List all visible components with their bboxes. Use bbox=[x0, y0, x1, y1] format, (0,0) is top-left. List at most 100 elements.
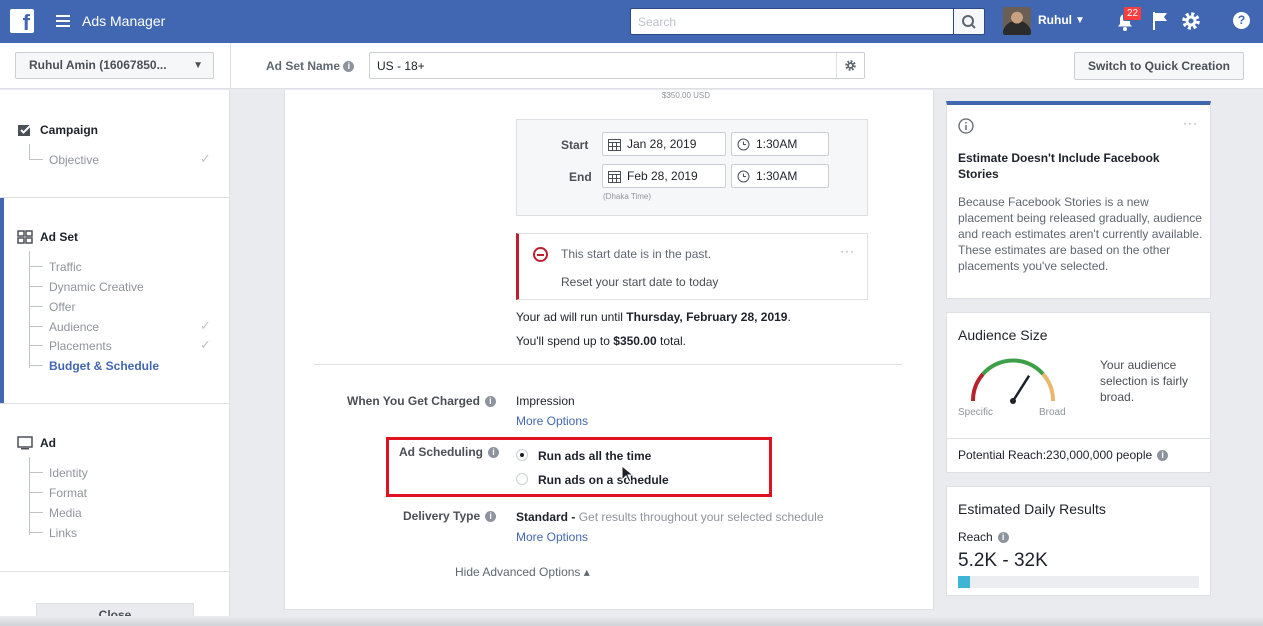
reset-start-date-link[interactable]: Reset your start date to today bbox=[561, 275, 718, 289]
sidebar-head-label: Ad bbox=[40, 436, 56, 450]
estimate-title: Estimate Doesn't Include Facebook Storie… bbox=[958, 151, 1160, 181]
sidebar-item-audience[interactable]: Audience bbox=[29, 320, 99, 334]
calendar-icon bbox=[608, 171, 621, 183]
sidebar-item-identity[interactable]: Identity bbox=[29, 466, 88, 480]
info-outline-icon bbox=[958, 118, 974, 134]
timezone-label: (Dhaka Time) bbox=[603, 192, 652, 201]
info-icon[interactable]: i bbox=[343, 61, 355, 73]
divider bbox=[947, 438, 1210, 439]
gauge-needle bbox=[1011, 375, 1031, 402]
hamburger-icon[interactable] bbox=[56, 15, 70, 27]
estimate-body: Because Facebook Stories is a new placem… bbox=[958, 195, 1203, 273]
sidebar-campaign-section: Campaign Objective ✓ bbox=[0, 90, 230, 198]
sidebar-item-ad-set[interactable]: Ad Set bbox=[17, 230, 78, 244]
gauge-ideal-arc bbox=[981, 358, 1045, 376]
gauge-broad-label: Broad bbox=[1039, 407, 1066, 418]
highlight-box bbox=[386, 437, 772, 497]
chevron-down-icon[interactable]: ▼ bbox=[1075, 15, 1085, 26]
when-you-get-charged-label: When You Get Charged i bbox=[347, 394, 496, 408]
sidebar-item-traffic[interactable]: Traffic bbox=[29, 260, 82, 274]
divider bbox=[230, 43, 231, 89]
info-icon[interactable]: i bbox=[1157, 449, 1169, 461]
budget-total: $350.00 USD bbox=[662, 91, 711, 100]
audience-size-card: Audience Size Specific Broad Your audien… bbox=[946, 312, 1211, 473]
app-name[interactable]: Ads Manager bbox=[82, 13, 165, 29]
facebook-logo-icon[interactable]: f bbox=[10, 9, 34, 33]
start-date-field[interactable]: Jan 28, 2019 bbox=[602, 132, 726, 156]
spend-text: You'll spend up to $350.00 total. bbox=[516, 334, 687, 348]
sidebar-item-media[interactable]: Media bbox=[29, 506, 82, 520]
start-time-field[interactable]: 1:30AM bbox=[731, 132, 829, 156]
clock-icon bbox=[737, 170, 750, 183]
estimated-daily-results-card: Estimated Daily Results Reach i 5.2K - 32… bbox=[946, 486, 1211, 596]
sidebar-item-objective[interactable]: Objective bbox=[29, 153, 99, 167]
start-time-value: 1:30AM bbox=[756, 137, 798, 151]
start-date-value: Jan 28, 2019 bbox=[627, 137, 697, 151]
sidebar-head-label: Campaign bbox=[40, 123, 99, 137]
search-button[interactable] bbox=[954, 8, 985, 35]
sidebar-ad-set-section: Ad Set Traffic Dynamic Creative Offer Au… bbox=[0, 198, 230, 404]
gear-icon bbox=[845, 60, 856, 71]
grid-icon bbox=[17, 230, 33, 244]
clock-icon bbox=[737, 138, 750, 151]
sidebar-item-offer[interactable]: Offer bbox=[29, 300, 75, 314]
end-date-field[interactable]: Feb 28, 2019 bbox=[602, 164, 726, 188]
check-icon: ✓ bbox=[200, 318, 211, 333]
user-name[interactable]: Ruhul bbox=[1038, 13, 1072, 27]
reach-label: Reach i bbox=[958, 530, 1009, 544]
info-icon[interactable]: i bbox=[997, 531, 1009, 543]
audience-description: Your audience selection is fairly broad. bbox=[1100, 358, 1189, 404]
account-selector[interactable]: Ruhul Amin (16067850... ▼ bbox=[15, 52, 214, 79]
flag-icon[interactable] bbox=[1151, 11, 1169, 31]
sidebar-item-campaign[interactable]: Campaign bbox=[17, 123, 98, 137]
switch-to-quick-creation-button[interactable]: Switch to Quick Creation bbox=[1074, 52, 1244, 80]
gauge-broad-arc bbox=[1041, 372, 1056, 402]
checkbox-icon bbox=[18, 123, 33, 136]
divider bbox=[314, 364, 902, 365]
check-icon: ✓ bbox=[200, 151, 211, 166]
sidebar-item-format[interactable]: Format bbox=[29, 486, 87, 500]
search-input[interactable] bbox=[630, 8, 954, 35]
end-date-value: Feb 28, 2019 bbox=[627, 169, 698, 183]
start-date-alert: This start date is in the past. Reset yo… bbox=[516, 233, 868, 300]
sidebar-item-ad[interactable]: Ad bbox=[17, 436, 56, 450]
calendar-icon bbox=[608, 139, 621, 151]
gauge-specific-label: Specific bbox=[958, 407, 994, 418]
reach-bar-fill bbox=[958, 576, 971, 588]
more-options-link[interactable]: More Options bbox=[516, 414, 588, 428]
sidebar-item-links[interactable]: Links bbox=[29, 526, 77, 540]
start-label: Start bbox=[561, 138, 589, 152]
error-icon bbox=[533, 247, 548, 262]
gauge-specific-arc bbox=[970, 372, 985, 402]
end-time-field[interactable]: 1:30AM bbox=[731, 164, 829, 188]
help-icon[interactable]: ? bbox=[1233, 12, 1250, 29]
notification-badge: 22 bbox=[1123, 6, 1143, 21]
more-options-link[interactable]: More Options bbox=[516, 530, 588, 544]
sidebar: Campaign Objective ✓ Ad Set Traffic Dyna… bbox=[0, 90, 230, 626]
sidebar-head-label: Ad Set bbox=[40, 230, 79, 244]
more-options-icon[interactable]: ··· bbox=[1183, 116, 1198, 130]
run-until-text: Your ad will run until Thursday, Februar… bbox=[516, 310, 791, 324]
potential-reach: Potential Reach:230,000,000 people i bbox=[958, 448, 1169, 462]
sidebar-item-budget-schedule[interactable]: Budget & Schedule bbox=[29, 359, 159, 373]
info-icon[interactable]: i bbox=[485, 510, 497, 522]
ad-set-name-label: Ad Set Name i bbox=[266, 59, 355, 73]
ad-set-settings-button[interactable] bbox=[836, 53, 864, 78]
gear-icon[interactable] bbox=[1180, 10, 1202, 32]
sidebar-item-placements[interactable]: Placements bbox=[29, 339, 112, 353]
sidebar-item-dynamic-creative[interactable]: Dynamic Creative bbox=[29, 280, 144, 294]
end-label: End bbox=[569, 170, 592, 184]
more-options-icon[interactable]: ··· bbox=[840, 244, 855, 258]
monitor-icon bbox=[17, 436, 33, 450]
search-icon bbox=[962, 15, 976, 29]
delivery-type-value: Standard - Get results throughout your s… bbox=[516, 510, 824, 524]
info-icon[interactable]: i bbox=[484, 395, 496, 407]
reach-value: 5.2K - 32K bbox=[958, 550, 1048, 571]
hide-advanced-options-link[interactable]: Hide Advanced Options ▴ bbox=[455, 565, 590, 579]
ad-set-name-input[interactable] bbox=[369, 52, 865, 79]
account-name: Ruhul Amin (16067850... bbox=[29, 58, 167, 72]
check-icon: ✓ bbox=[200, 337, 211, 352]
avatar[interactable] bbox=[1003, 7, 1031, 35]
chevron-down-icon: ▼ bbox=[193, 60, 203, 71]
gauge-hub bbox=[1010, 398, 1016, 404]
